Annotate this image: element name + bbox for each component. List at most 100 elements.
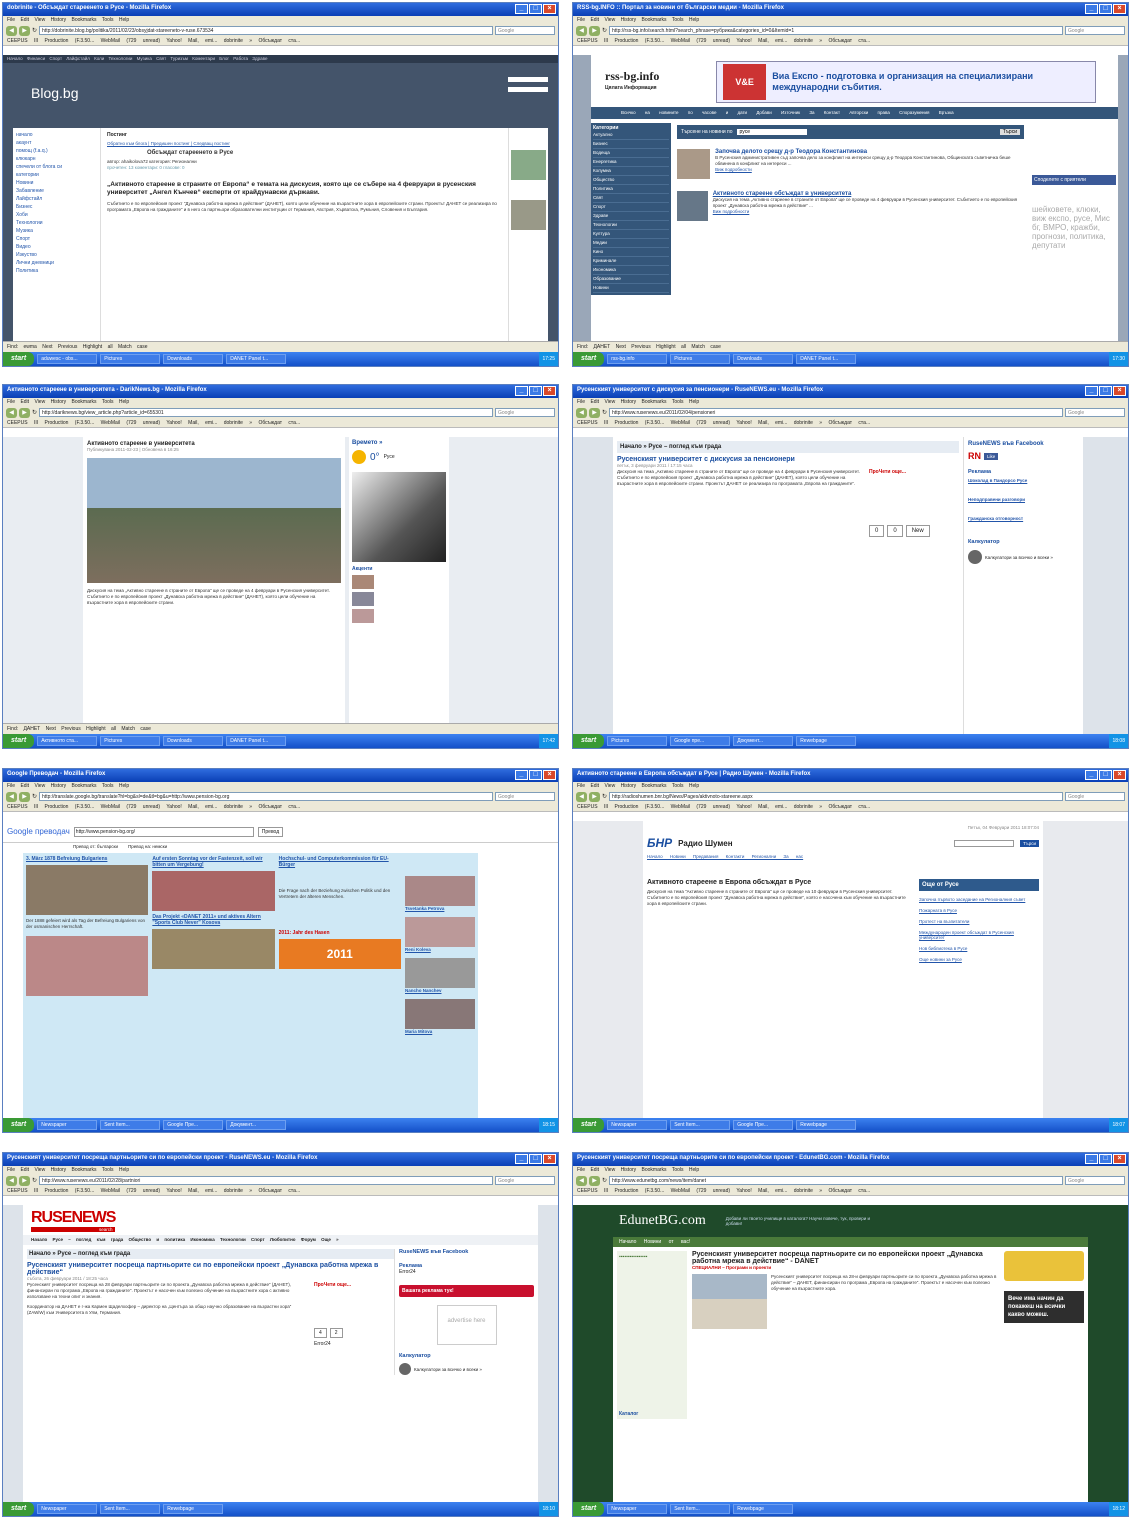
more-link[interactable]: Виж подробности [713, 209, 1024, 214]
bookmarks-bar[interactable]: CEEPUS III Production (F.3.50... WebMail… [573, 1187, 1128, 1196]
bookmarks-bar[interactable]: CEEPUS III Production (F.3.50... WebMail… [573, 803, 1128, 812]
all-news-link[interactable]: Още новини за Русе [919, 957, 1039, 962]
back-button[interactable]: ◀ [6, 791, 17, 802]
task-button[interactable]: Google Пре... [733, 1120, 794, 1130]
close-button[interactable]: × [1113, 770, 1126, 780]
task-button[interactable]: Newspaper [37, 1120, 98, 1130]
sidebar-item[interactable]: категории [16, 171, 97, 179]
minimize-button[interactable]: _ [515, 4, 528, 14]
translate-button[interactable]: Превод [257, 826, 284, 837]
search-box[interactable]: Google [1065, 26, 1125, 35]
rusenews-logo[interactable]: RUSENEWS [31, 1209, 116, 1227]
sidebar-item[interactable]: клюкарн [16, 155, 97, 163]
search-box[interactable]: Google [1065, 408, 1125, 417]
sidebar-item[interactable]: начало [16, 131, 97, 139]
category-item[interactable]: Водеща [593, 149, 669, 158]
bookmarks-bar[interactable]: CEEPUS III Production (F.3.50... WebMail… [573, 419, 1128, 428]
task-button[interactable]: Rewebpage [796, 1120, 857, 1130]
task-button[interactable]: Активното ста... [37, 736, 98, 746]
start-button[interactable]: start [573, 1118, 605, 1132]
close-button[interactable]: × [543, 1154, 556, 1164]
category-item[interactable]: Медии [593, 239, 669, 248]
bookmarks-bar[interactable]: CEEPUS III Production (F.3.50... WebMail… [3, 1187, 558, 1196]
news-item[interactable]: Активното стареене обсъждат в университе… [677, 191, 1024, 221]
task-button[interactable]: Downloads [163, 736, 224, 746]
task-button[interactable]: Rewebpage [796, 736, 857, 746]
site-nav[interactable]: Начало Новини от вас! [613, 1237, 1088, 1247]
maximize-button[interactable]: □ [529, 4, 542, 14]
menu-bar[interactable]: File Edit View History Bookmarks Tools H… [3, 16, 558, 24]
url-bar[interactable]: http://www.edunetbg.com/news/item/danet [609, 1176, 1063, 1185]
forward-button[interactable]: ▶ [589, 407, 600, 418]
sidebar-item[interactable]: Лайфстайл [16, 195, 97, 203]
search-box[interactable]: Google [1065, 1176, 1125, 1185]
ad-link[interactable]: Неподправени разговори [968, 497, 1079, 502]
thumbnail[interactable] [352, 609, 374, 623]
sidebar-item[interactable]: Хоби [16, 211, 97, 219]
bookmarks-bar[interactable]: CEEPUS III Production (F.3.50... WebMail… [3, 37, 558, 46]
related-link[interactable]: Протест на възпитатели [919, 919, 1039, 924]
url-input[interactable]: http://www.pension-bg.org/ [73, 826, 254, 837]
task-button[interactable]: Downloads [163, 354, 224, 364]
thumbnail[interactable] [352, 575, 374, 589]
task-button[interactable]: DANET Panel t... [796, 354, 857, 364]
translate-logo[interactable]: Google преводач [7, 827, 70, 836]
category-item[interactable]: Бизнес [593, 140, 669, 149]
facebook-share-button[interactable]: Споделете с приятели [1032, 175, 1116, 185]
sidebar-item[interactable]: Бизнес [16, 203, 97, 211]
ad-link[interactable]: Шоколад в Пандорсо Русе [968, 478, 1079, 483]
sidebar-item[interactable]: Изкуство [16, 251, 97, 259]
site-nav[interactable]: Начало Финанси Спорт Лайфстайл Коли Техн… [3, 55, 558, 63]
sidebar-item[interactable]: Технологии [16, 219, 97, 227]
sidebar-item[interactable]: акаунт [16, 139, 97, 147]
reload-icon[interactable]: ↻ [602, 409, 607, 416]
task-button[interactable]: Pictures [100, 736, 161, 746]
promo-image[interactable] [352, 472, 446, 562]
minimize-button[interactable]: _ [515, 386, 528, 396]
menu-bar[interactable]: File Edit View History Bookmarks Tools H… [573, 16, 1128, 24]
task-button[interactable]: Sent Item... [100, 1504, 161, 1514]
banner-ad[interactable]: V&E Виа Експо - подготовка и организация… [716, 61, 1096, 103]
minimize-button[interactable]: _ [1085, 4, 1098, 14]
category-item[interactable]: Култура [593, 230, 669, 239]
task-button[interactable]: Pictures [607, 736, 668, 746]
task-button[interactable]: Pictures [100, 354, 161, 364]
maximize-button[interactable]: □ [529, 770, 542, 780]
menu-bar[interactable]: File Edit View History Bookmarks Tools H… [573, 1166, 1128, 1174]
maximize-button[interactable]: □ [1099, 4, 1112, 14]
close-button[interactable]: × [1113, 1154, 1126, 1164]
weather-heading[interactable]: Времето » [352, 440, 446, 446]
back-button[interactable]: ◀ [6, 25, 17, 36]
category-item[interactable]: Криминале [593, 257, 669, 266]
maximize-button[interactable]: □ [529, 386, 542, 396]
new-badge[interactable]: New [905, 525, 930, 537]
url-bar[interactable]: http://radioshumen.bnr.bg/News/Pages/akt… [609, 792, 1063, 801]
category-item[interactable]: Икономика [593, 266, 669, 275]
task-button[interactable]: Newspaper [607, 1504, 668, 1514]
close-button[interactable]: × [543, 386, 556, 396]
category-item[interactable]: Здраве [593, 212, 669, 221]
column-heading[interactable]: Auf ersten Sonntag vor der Fastenzeit, s… [152, 856, 274, 868]
category-item[interactable]: Енергетика [593, 158, 669, 167]
site-tagline[interactable]: Добави ли твоето училище в каталога? Нау… [726, 1216, 886, 1226]
back-button[interactable]: ◀ [6, 407, 17, 418]
related-link[interactable]: Международен проект обсъждат в Русенския… [919, 930, 1039, 940]
category-item[interactable]: Колумна [593, 167, 669, 176]
start-button[interactable]: start [3, 1118, 35, 1132]
url-bar[interactable]: http://www.rusenews.eu/2011/02/04/pensio… [609, 408, 1063, 417]
sidebar-item[interactable]: Политика [16, 267, 97, 275]
sidebar-item[interactable]: Забавление [16, 187, 97, 195]
find-bar[interactable]: Find: ewma Next Previous Highlight all M… [3, 341, 558, 352]
calculator-link[interactable]: Калкулатори за всичко и всеки » [985, 555, 1053, 560]
column-heading[interactable]: 3. März 1878 Befreiung Bulgariens [26, 856, 148, 862]
start-button[interactable]: start [3, 1502, 35, 1516]
advertise-placeholder[interactable]: advertise here [436, 1305, 497, 1345]
task-button[interactable]: aduwesc - obs... [37, 354, 98, 364]
search-box[interactable]: Google [1065, 792, 1125, 801]
maximize-button[interactable]: □ [1099, 386, 1112, 396]
reload-icon[interactable]: ↻ [602, 1177, 607, 1184]
task-button[interactable]: Newspaper [607, 1120, 668, 1130]
start-button[interactable]: start [3, 734, 35, 748]
minimize-button[interactable]: _ [1085, 386, 1098, 396]
related-link[interactable]: Започна първото заседание на Регионалния… [919, 897, 1039, 902]
